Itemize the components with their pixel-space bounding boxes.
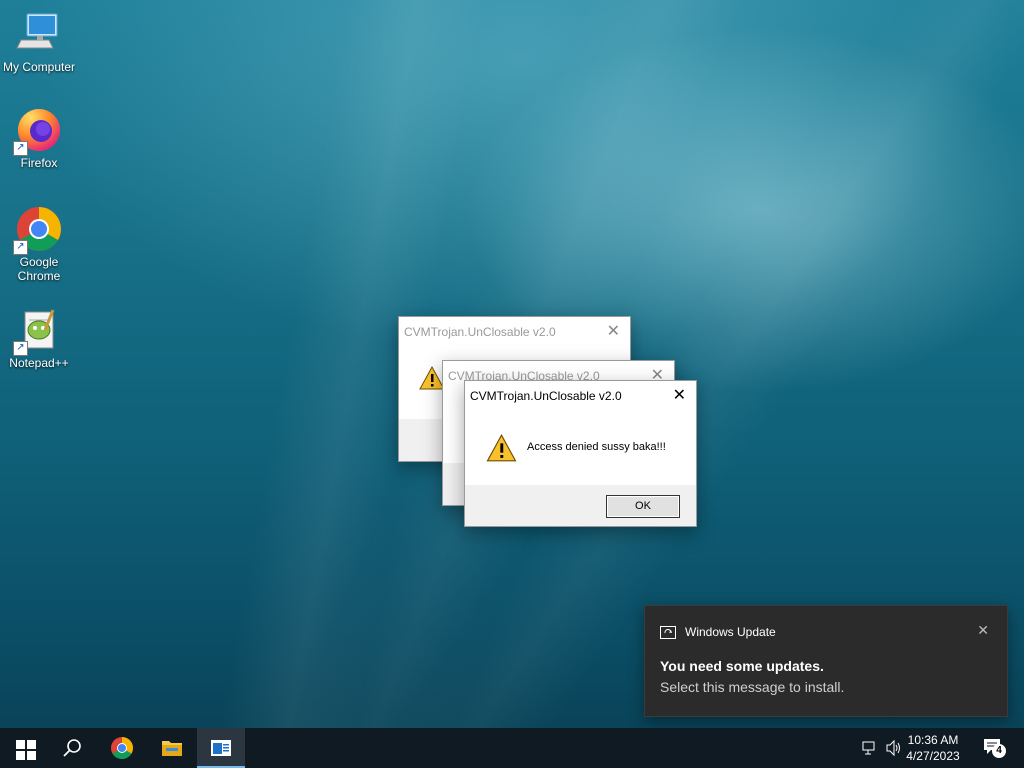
dialog-titlebar[interactable]: CVMTrojan.UnClosable v2.0 ✕ — [399, 317, 630, 347]
dialog-title: CVMTrojan.UnClosable v2.0 — [470, 389, 622, 403]
desktop-icon-label: Google Chrome — [17, 255, 61, 283]
shortcut-arrow-icon: ↗ — [13, 240, 28, 255]
dialog-footer: OK — [465, 485, 696, 526]
notification-count-badge: 4 — [992, 744, 1006, 758]
chrome-icon: ↗ — [13, 205, 63, 255]
desktop-icon-label: My Computer — [2, 60, 76, 74]
windows-update-icon — [660, 624, 676, 640]
desktop-icon-firefox[interactable]: ↗ Firefox — [0, 106, 78, 170]
folder-icon — [162, 741, 182, 756]
desktop-icon-label: Notepad++ — [9, 356, 69, 370]
warning-icon — [486, 433, 517, 467]
computer-icon — [15, 10, 63, 58]
window-app-icon — [211, 740, 231, 756]
dialog-title: CVMTrojan.UnClosable v2.0 — [404, 325, 556, 339]
close-icon[interactable]: ✕ — [673, 381, 686, 411]
action-center-button[interactable]: 4 — [976, 728, 1024, 768]
start-button[interactable] — [0, 728, 48, 768]
taskbar-chrome[interactable] — [98, 728, 146, 768]
shortcut-arrow-icon: ↗ — [13, 141, 28, 156]
close-icon[interactable]: ✕ — [977, 622, 989, 639]
taskbar: 10:36 AM 4/27/2023 4 — [0, 728, 1024, 768]
network-icon — [862, 741, 875, 755]
notepadpp-icon: ↗ — [13, 306, 63, 356]
dialog-titlebar[interactable]: CVMTrojan.UnClosable v2.0 ✕ — [465, 381, 696, 411]
desktop-icon-my-computer[interactable]: My Computer — [0, 10, 78, 74]
taskbar-dialog-app[interactable] — [197, 728, 245, 768]
firefox-icon: ↗ — [13, 106, 63, 156]
clock-date: 4/27/2023 — [906, 749, 960, 763]
taskbar-file-explorer[interactable] — [148, 728, 196, 768]
desktop-icon-notepadpp[interactable]: ↗ Notepad++ — [0, 306, 78, 370]
ok-button[interactable]: OK — [606, 495, 680, 518]
toast-title: You need some updates. — [660, 658, 824, 674]
clock-time: 10:36 AM — [907, 733, 959, 747]
tray-clock[interactable]: 10:36 AM 4/27/2023 — [898, 732, 968, 764]
windows-logo-icon — [16, 740, 36, 760]
toast-app-name: Windows Update — [685, 625, 776, 639]
windows-update-toast[interactable]: Windows Update ✕ You need some updates. … — [644, 605, 1008, 717]
search-icon — [63, 739, 81, 757]
dialog-window-front[interactable]: CVMTrojan.UnClosable v2.0 ✕ Access denie… — [464, 380, 697, 527]
chrome-icon — [111, 737, 133, 759]
toast-body: Select this message to install. — [660, 679, 845, 695]
search-button[interactable] — [48, 728, 96, 768]
dialog-message: Access denied sussy baka!!! — [527, 441, 666, 453]
close-icon[interactable]: ✕ — [607, 317, 620, 347]
shortcut-arrow-icon: ↗ — [13, 341, 28, 356]
network-button[interactable] — [857, 728, 883, 768]
desktop-icon-label: Firefox — [20, 156, 58, 170]
desktop-icon-google-chrome[interactable]: ↗ Google Chrome — [0, 205, 78, 283]
